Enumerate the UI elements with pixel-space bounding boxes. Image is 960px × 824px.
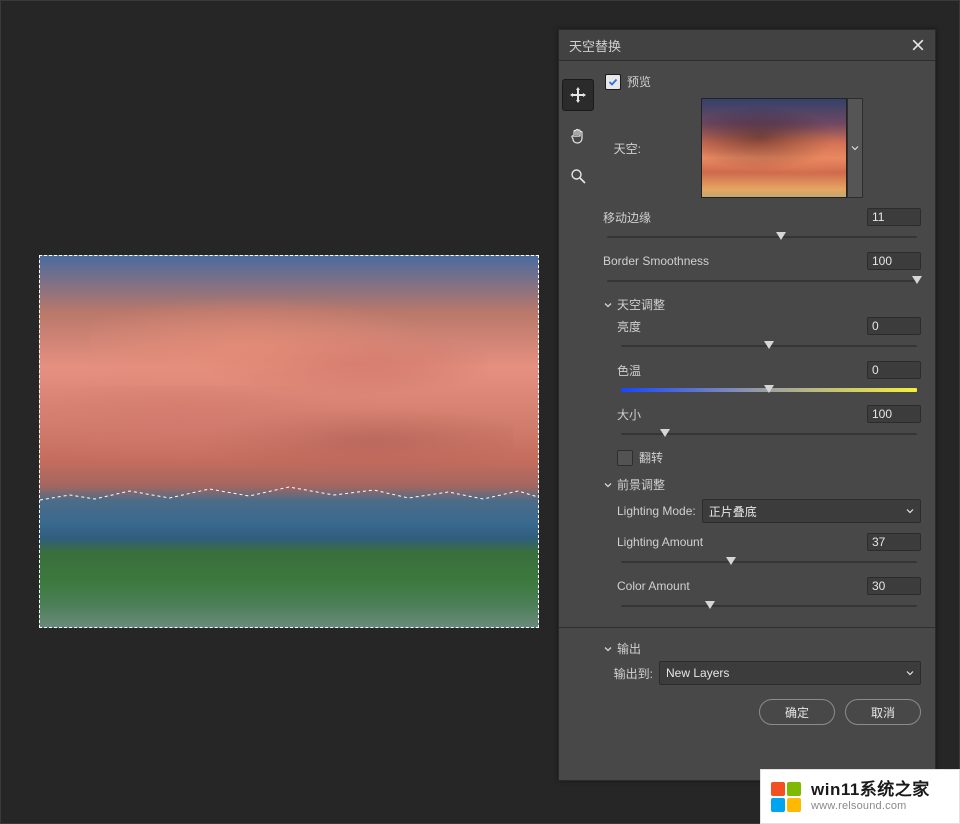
brightness-label: 亮度 bbox=[617, 318, 641, 335]
ok-button[interactable]: 确定 bbox=[759, 699, 835, 725]
fg-adj-title: 前景调整 bbox=[617, 476, 665, 493]
sky-adj-toggle[interactable] bbox=[603, 300, 613, 310]
output-toggle[interactable] bbox=[603, 644, 613, 654]
output-to-label: 输出到: bbox=[603, 665, 653, 682]
slider-thumb[interactable] bbox=[912, 276, 922, 284]
slider-thumb[interactable] bbox=[705, 601, 715, 609]
sky-dropdown-toggle[interactable] bbox=[847, 98, 863, 198]
lighting-mode-value: 正片叠底 bbox=[709, 503, 757, 520]
output-section: 输出 输出到: New Layers bbox=[559, 634, 935, 685]
windows-logo-icon bbox=[769, 780, 803, 814]
border-smoothness-label: Border Smoothness bbox=[603, 254, 709, 268]
zoom-tool[interactable] bbox=[563, 161, 593, 191]
button-row: 确定 取消 bbox=[559, 685, 935, 725]
cloud-layer-2 bbox=[40, 386, 513, 497]
temperature-slider[interactable] bbox=[621, 385, 917, 395]
fg-adj-toggle[interactable] bbox=[603, 480, 613, 490]
output-to-select[interactable]: New Layers bbox=[659, 661, 921, 685]
slider-thumb[interactable] bbox=[764, 341, 774, 349]
color-amount-label: Color Amount bbox=[617, 579, 690, 593]
slider-thumb[interactable] bbox=[726, 557, 736, 565]
watermark-title: win11系统之家 bbox=[811, 780, 930, 800]
output-to-value: New Layers bbox=[666, 666, 729, 680]
scale-slider[interactable] bbox=[621, 429, 917, 439]
slider-thumb[interactable] bbox=[776, 232, 786, 240]
close-icon[interactable] bbox=[909, 36, 927, 54]
watermark-sub: www.relsound.com bbox=[811, 800, 930, 813]
panel-title: 天空替换 bbox=[569, 36, 909, 55]
controls-area: 预览 天空: 移动边缘 bbox=[597, 73, 935, 617]
slider-thumb[interactable] bbox=[660, 429, 670, 437]
preview-label: 预览 bbox=[627, 73, 651, 90]
output-title: 输出 bbox=[617, 640, 641, 657]
move-tool[interactable] bbox=[562, 79, 594, 111]
temperature-label: 色温 bbox=[617, 362, 641, 379]
tool-column bbox=[559, 73, 597, 617]
shift-edge-label: 移动边缘 bbox=[603, 209, 651, 226]
slider-thumb[interactable] bbox=[764, 385, 774, 393]
flip-checkbox[interactable] bbox=[617, 450, 633, 466]
scale-value[interactable] bbox=[867, 405, 921, 423]
cancel-button[interactable]: 取消 bbox=[845, 699, 921, 725]
flip-label: 翻转 bbox=[639, 449, 663, 466]
color-amount-slider[interactable] bbox=[621, 601, 917, 611]
canvas-image[interactable] bbox=[39, 255, 539, 628]
shift-edge-value[interactable] bbox=[867, 208, 921, 226]
watermark: win11系统之家 www.relsound.com bbox=[760, 769, 960, 824]
lighting-amount-value[interactable] bbox=[867, 533, 921, 551]
lighting-mode-label: Lighting Mode: bbox=[617, 504, 696, 518]
lighting-amount-label: Lighting Amount bbox=[617, 535, 703, 549]
sky-thumbnail[interactable] bbox=[701, 98, 847, 198]
sky-label: 天空: bbox=[603, 140, 645, 157]
preview-checkbox[interactable] bbox=[605, 74, 621, 90]
sky-replace-panel: 天空替换 预览 天空: bbox=[558, 29, 936, 781]
color-amount-value[interactable] bbox=[867, 577, 921, 595]
panel-header[interactable]: 天空替换 bbox=[559, 30, 935, 61]
hand-tool[interactable] bbox=[563, 121, 593, 151]
shift-edge-slider[interactable] bbox=[607, 232, 917, 242]
divider bbox=[559, 627, 935, 628]
lighting-amount-slider[interactable] bbox=[621, 557, 917, 567]
border-smoothness-slider[interactable] bbox=[607, 276, 917, 286]
brightness-value[interactable] bbox=[867, 317, 921, 335]
border-smoothness-value[interactable] bbox=[867, 252, 921, 270]
temperature-value[interactable] bbox=[867, 361, 921, 379]
scale-label: 大小 bbox=[617, 406, 641, 423]
lighting-mode-select[interactable]: 正片叠底 bbox=[702, 499, 921, 523]
canvas-inner bbox=[40, 256, 538, 627]
sky-adj-title: 天空调整 bbox=[617, 296, 665, 313]
brightness-slider[interactable] bbox=[621, 341, 917, 351]
